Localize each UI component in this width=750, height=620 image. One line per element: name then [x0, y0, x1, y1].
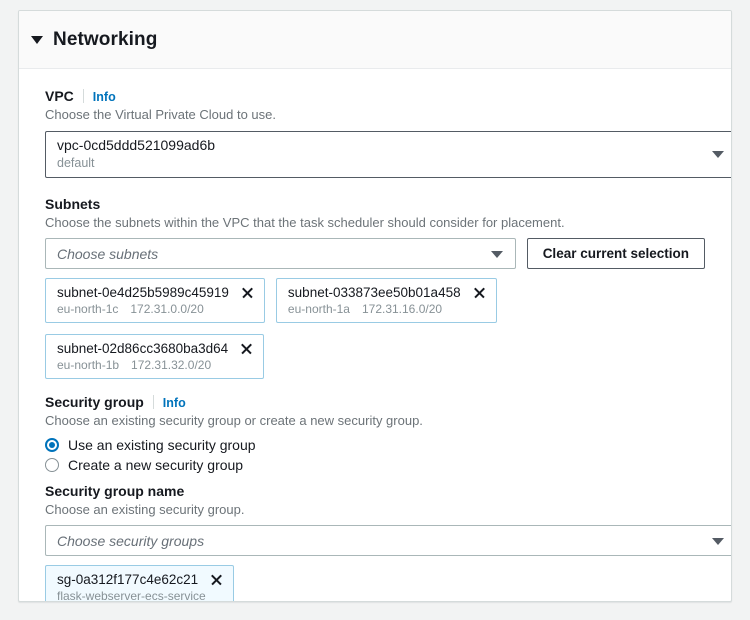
- subnet-token-meta: eu-north-1c 172.31.0.0/20: [57, 302, 254, 316]
- security-group-label: Security group: [45, 394, 144, 411]
- security-groups-placeholder: Choose security groups: [57, 532, 205, 549]
- remove-security-group-icon[interactable]: [210, 573, 223, 586]
- security-group-token-name: flask-webserver-ecs-service: [57, 589, 206, 602]
- radio-create-new-security-group[interactable]: Create a new security group: [45, 457, 705, 473]
- security-group-label-row: Security group Info: [45, 393, 705, 410]
- subnet-token-id: subnet-0e4d25b5989c45919: [57, 285, 229, 301]
- subnet-token-az: eu-north-1c: [57, 302, 119, 317]
- vpc-field: VPC Info Choose the Virtual Private Clou…: [45, 87, 731, 178]
- radio-label: Use an existing security group: [68, 436, 256, 453]
- security-group-name-label-row: Security group name: [45, 483, 705, 499]
- subnets-label-row: Subnets: [45, 196, 705, 212]
- radio-checked-icon[interactable]: [45, 437, 59, 452]
- subnets-select[interactable]: Choose subnets: [45, 238, 516, 270]
- subnet-token-top: subnet-0e4d25b5989c45919: [57, 285, 254, 300]
- subnet-token-az: eu-north-1a: [287, 302, 350, 317]
- networking-card-header[interactable]: Networking: [19, 11, 731, 69]
- radio-label: Create a new security group: [68, 456, 244, 473]
- page-title: Networking: [53, 28, 158, 50]
- caret-down-icon[interactable]: [31, 35, 43, 44]
- security-group-token[interactable]: sg-0a312f177c4e62c21 flask-webserver-ecs…: [45, 565, 235, 602]
- vpc-selected-name: default: [57, 156, 95, 171]
- radio-unchecked-icon[interactable]: [45, 457, 59, 472]
- security-group-token-list: sg-0a312f177c4e62c21 flask-webserver-ecs…: [45, 565, 705, 602]
- subnet-token-cidr: 172.31.32.0/20: [131, 358, 212, 373]
- subnet-token-az: eu-north-1b: [57, 358, 120, 373]
- subnet-token-id: subnet-033873ee50b01a458: [287, 285, 461, 301]
- subnet-token-list: subnet-0e4d25b5989c45919 eu-north-1c 172…: [45, 278, 705, 380]
- subnets-control-row: Choose subnets Clear current selection: [45, 238, 705, 270]
- security-group-name-field: Security group name Choose an existing s…: [45, 483, 731, 602]
- subnet-token-top: subnet-02d86cc3680ba3d64: [57, 341, 253, 356]
- security-group-description: Choose an existing security group or cre…: [45, 413, 423, 429]
- remove-subnet-icon[interactable]: [240, 342, 253, 355]
- subnet-token[interactable]: subnet-02d86cc3680ba3d64 eu-north-1b 172…: [45, 334, 265, 380]
- vpc-label-row: VPC Info: [45, 87, 705, 104]
- subnet-token[interactable]: subnet-033873ee50b01a458 eu-north-1a 172…: [275, 278, 497, 324]
- security-groups-select[interactable]: Choose security groups: [45, 525, 731, 557]
- radio-use-existing-security-group[interactable]: Use an existing security group: [45, 437, 705, 453]
- security-group-name-description: Choose an existing security group.: [45, 501, 245, 517]
- subnets-field: Subnets Choose the subnets within the VP…: [45, 196, 705, 380]
- security-group-field: Security group Info Choose an existing s…: [45, 393, 731, 602]
- chevron-down-icon[interactable]: [490, 250, 503, 258]
- networking-card: Networking VPC Info Choose the Virtual P…: [18, 10, 732, 602]
- label-divider: [82, 89, 84, 103]
- subnet-token-id: subnet-02d86cc3680ba3d64: [57, 341, 229, 357]
- subnet-token-meta: eu-north-1b 172.31.32.0/20: [57, 358, 253, 372]
- subnets-placeholder: Choose subnets: [57, 245, 159, 262]
- remove-subnet-icon[interactable]: [241, 286, 254, 299]
- vpc-label: VPC: [45, 88, 74, 104]
- chevron-down-icon[interactable]: [712, 151, 724, 159]
- security-group-name-label: Security group name: [45, 482, 185, 499]
- subnet-token-cidr: 172.31.0.0/20: [130, 302, 204, 317]
- vpc-info-link[interactable]: Info: [93, 90, 116, 104]
- chevron-down-icon[interactable]: [712, 537, 724, 545]
- security-group-info-link[interactable]: Info: [163, 396, 186, 410]
- security-group-token-meta: flask-webserver-ecs-service: [57, 589, 223, 602]
- remove-subnet-icon[interactable]: [473, 286, 486, 299]
- vpc-select[interactable]: vpc-0cd5ddd521099ad6b default: [45, 130, 731, 178]
- security-group-token-top: sg-0a312f177c4e62c21: [57, 572, 223, 587]
- subnet-token-top: subnet-033873ee50b01a458: [288, 285, 486, 300]
- label-divider: [152, 395, 154, 410]
- networking-card-body: VPC Info Choose the Virtual Private Clou…: [19, 69, 731, 602]
- clear-current-selection-button[interactable]: Clear current selection: [526, 238, 705, 270]
- subnet-token-cidr: 172.31.16.0/20: [361, 302, 443, 317]
- vpc-select-value: vpc-0cd5ddd521099ad6b default: [57, 137, 215, 172]
- subnets-label: Subnets: [45, 195, 101, 212]
- subnets-description: Choose the subnets within the VPC that t…: [45, 214, 565, 230]
- vpc-selected-id: vpc-0cd5ddd521099ad6b: [57, 136, 216, 153]
- vpc-description: Choose the Virtual Private Cloud to use.: [45, 107, 277, 122]
- security-group-token-id: sg-0a312f177c4e62c21: [57, 572, 199, 588]
- subnet-token[interactable]: subnet-0e4d25b5989c45919 eu-north-1c 172…: [45, 278, 265, 324]
- subnet-token-meta: eu-north-1a 172.31.16.0/20: [288, 302, 486, 316]
